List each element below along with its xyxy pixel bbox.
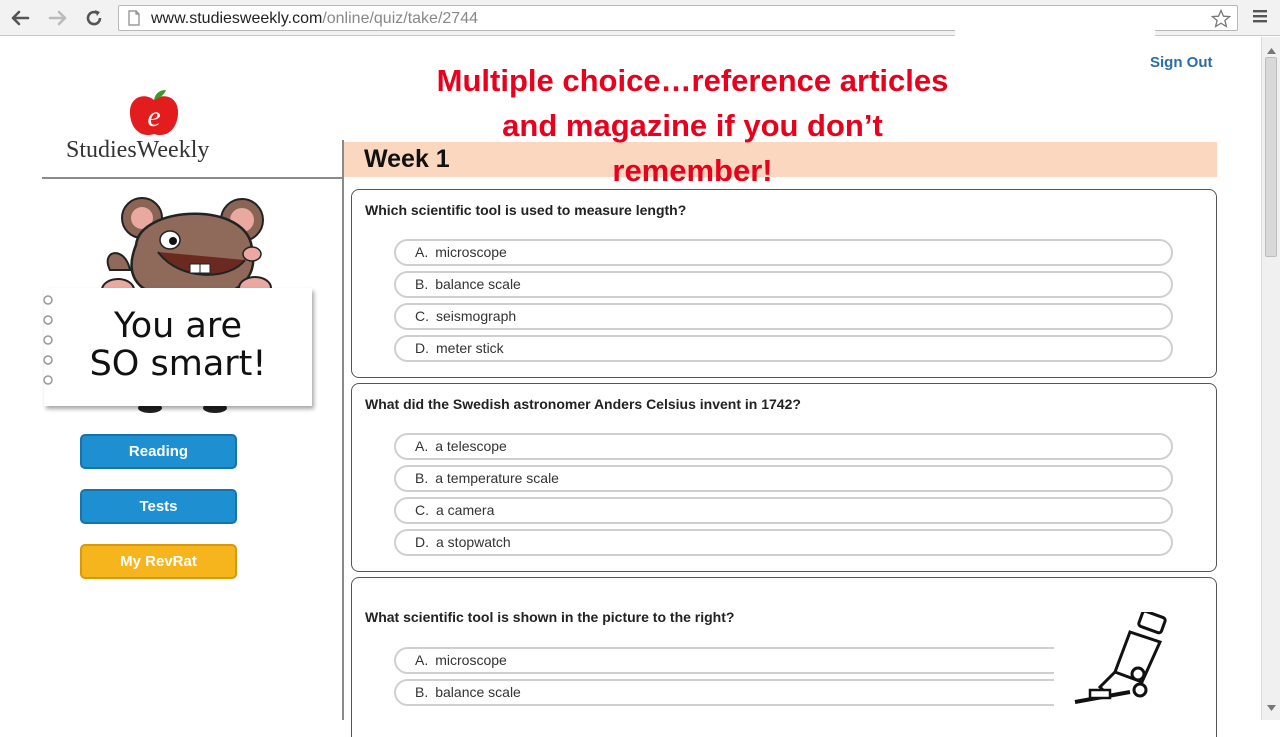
reload-icon[interactable] [82,6,106,30]
answer-option-b[interactable]: B. balance scale [394,679,1054,706]
option-letter: B. [415,470,429,486]
logo-letter: e [147,100,160,133]
option-text: a temperature scale [435,470,559,486]
answer-option-d[interactable]: D. meter stick [394,335,1173,362]
option-letter: B. [415,684,429,700]
forward-arrow-icon[interactable] [46,6,70,30]
reading-button[interactable]: Reading [80,434,237,469]
url-path: /online/quiz/take/2744 [322,10,478,27]
scroll-thumb[interactable] [1265,57,1277,257]
url-text: www.studiesweekly.com/online/quiz/take/2… [151,10,478,28]
star-icon[interactable] [1210,8,1232,34]
sign-out-link[interactable]: Sign Out [1150,54,1213,71]
option-text: seismograph [436,308,517,324]
question-text: Which scientific tool is used to measure… [365,202,687,218]
question-card-2: What did the Swedish astronomer Anders C… [351,383,1217,572]
question-text: What did the Swedish astronomer Anders C… [365,396,801,412]
tests-button[interactable]: Tests [80,489,237,524]
toolbar-gap [955,26,1155,38]
annotation-line-1: Multiple choice…reference articles [436,63,949,98]
option-letter: C. [415,308,429,324]
content-divider [342,140,344,720]
menu-icon[interactable] [1252,8,1268,29]
option-letter: C. [415,502,429,518]
apple-logo-icon: e [129,90,179,136]
annotation-text: Multiple choice…reference articles and m… [400,58,985,193]
url-host: www.studiesweekly.com [151,10,323,27]
studies-weekly-logo[interactable]: e StudiesWeekly [66,88,246,168]
option-text: a stopwatch [436,534,511,550]
sign-line-1: You are [113,306,243,346]
vertical-scrollbar[interactable] [1261,37,1280,720]
option-text: microscope [435,244,507,260]
my-revrat-button[interactable]: My RevRat [80,544,237,579]
option-letter: D. [415,340,429,356]
scroll-down-arrow-icon[interactable] [1267,698,1276,716]
option-letter: B. [415,276,429,292]
back-arrow-icon[interactable] [8,6,32,30]
option-letter: A. [415,244,429,260]
option-text: microscope [435,652,507,668]
option-text: a camera [436,502,495,518]
sidebar-divider [42,177,342,179]
answer-option-a[interactable]: A. microscope [394,239,1173,266]
option-letter: A. [415,438,429,454]
option-letter: D. [415,534,429,550]
microscope-image [1074,612,1167,704]
answer-option-c[interactable]: C. a camera [394,497,1173,524]
question-text: What scientific tool is shown in the pic… [365,609,735,625]
answer-option-c[interactable]: C. seismograph [394,303,1173,330]
option-text: balance scale [435,684,521,700]
annotation-line-3: remember! [612,153,773,188]
option-text: a telescope [435,438,507,454]
option-text: meter stick [436,340,504,356]
sign-line-2: SO smart! [89,344,267,384]
option-letter: A. [415,652,429,668]
logo-text: StudiesWeekly [66,137,210,163]
question-card-1: Which scientific tool is used to measure… [351,189,1217,378]
mascot-sign: You are SO smart! [43,288,312,406]
spiral-binding-icon [43,295,53,385]
answer-option-a[interactable]: A. a telescope [394,433,1173,460]
annotation-line-2: and magazine if you don’t [502,108,883,143]
answer-option-d[interactable]: D. a stopwatch [394,529,1173,556]
answer-option-a[interactable]: A. microscope [394,647,1054,674]
answer-option-b[interactable]: B. a temperature scale [394,465,1173,492]
page-icon [127,10,141,31]
answer-option-b[interactable]: B. balance scale [394,271,1173,298]
option-text: balance scale [435,276,521,292]
